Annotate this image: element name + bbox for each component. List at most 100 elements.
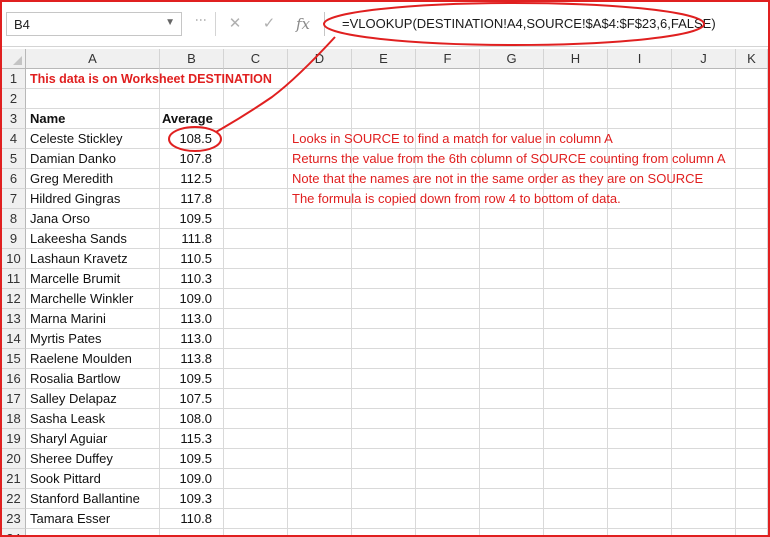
row-header-5[interactable]: 5 [2, 149, 26, 169]
name-cell[interactable]: Raelene Moulden [30, 349, 132, 369]
average-cell[interactable]: 107.8 [160, 149, 212, 169]
row-header-3[interactable]: 3 [2, 109, 26, 129]
average-cell[interactable]: 108.5 [160, 129, 212, 149]
gridline-row [26, 408, 768, 409]
average-cell[interactable]: 109.5 [160, 369, 212, 389]
row-header-20[interactable]: 20 [2, 449, 26, 469]
name-cell[interactable]: Marchelle Winkler [30, 289, 133, 309]
row-header-17[interactable]: 17 [2, 389, 26, 409]
row-header-4[interactable]: 4 [2, 129, 26, 149]
row-header-22[interactable]: 22 [2, 489, 26, 509]
column-header-d[interactable]: D [288, 49, 352, 69]
annotation-note[interactable]: The formula is copied down from row 4 to… [292, 189, 621, 209]
column-header-e[interactable]: E [352, 49, 416, 69]
row-header-9[interactable]: 9 [2, 229, 26, 249]
row-header-11[interactable]: 11 [2, 269, 26, 289]
average-cell[interactable]: 117.8 [160, 189, 212, 209]
spreadsheet-window: B4 ▼ ⋮ ✕ ✓ fx =VLOOKUP(DESTINATION!A4,SO… [0, 0, 770, 537]
average-cell[interactable]: 109.3 [160, 489, 212, 509]
check-icon[interactable]: ✓ [256, 12, 282, 36]
row-header-15[interactable]: 15 [2, 349, 26, 369]
average-cell[interactable]: 108.0 [160, 409, 212, 429]
annotation-note[interactable]: Returns the value from the 6th column of… [292, 149, 726, 169]
name-cell[interactable]: Myrtis Pates [30, 329, 102, 349]
column-header-b[interactable]: B [160, 49, 224, 69]
formula-input[interactable]: =VLOOKUP(DESTINATION!A4,SOURCE!$A$4:$F$2… [324, 12, 768, 36]
name-cell[interactable]: Hildred Gingras [30, 189, 120, 209]
name-cell[interactable]: Tamara Esser [30, 509, 110, 529]
column-header-j[interactable]: J [672, 49, 736, 69]
name-cell[interactable]: Sook Pittard [30, 469, 101, 489]
name-cell[interactable]: Lakeesha Sands [30, 229, 127, 249]
average-cell[interactable]: 109.0 [160, 289, 212, 309]
average-cell[interactable]: 110.8 [160, 509, 212, 529]
header-name-cell[interactable]: Name [30, 109, 65, 129]
row-header-21[interactable]: 21 [2, 469, 26, 489]
name-cell[interactable]: Jana Orso [30, 209, 90, 229]
column-header-k[interactable]: K [736, 49, 768, 69]
sheet-title-cell[interactable]: This data is on Worksheet DESTINATION [30, 69, 272, 89]
name-cell[interactable]: Stanford Ballantine [30, 489, 140, 509]
name-cell[interactable]: Marna Marini [30, 309, 106, 329]
average-cell[interactable]: 115.3 [160, 429, 212, 449]
gridline-col [223, 69, 224, 535]
drag-handle-icon[interactable]: ⋮ [194, 14, 208, 27]
column-header-i[interactable]: I [608, 49, 672, 69]
select-all-corner[interactable] [2, 49, 26, 69]
gridline-row [26, 248, 768, 249]
gridline-row [26, 348, 768, 349]
row-header-7[interactable]: 7 [2, 189, 26, 209]
row-header-10[interactable]: 10 [2, 249, 26, 269]
column-header-g[interactable]: G [480, 49, 544, 69]
formula-text: =VLOOKUP(DESTINATION!A4,SOURCE!$A$4:$F$2… [342, 16, 716, 31]
gridline-row [26, 228, 768, 229]
name-cell[interactable]: Sasha Leask [30, 409, 105, 429]
name-box[interactable]: B4 ▼ [6, 12, 182, 36]
average-cell[interactable]: 109.0 [160, 469, 212, 489]
average-cell[interactable]: 109.5 [160, 209, 212, 229]
row-header-24[interactable]: 24 [2, 529, 26, 535]
name-cell[interactable]: Marcelle Brumit [30, 269, 120, 289]
row-header-19[interactable]: 19 [2, 429, 26, 449]
row-header-14[interactable]: 14 [2, 329, 26, 349]
column-header-f[interactable]: F [416, 49, 480, 69]
header-average-cell[interactable]: Average [162, 109, 213, 129]
annotation-note[interactable]: Note that the names are not in the same … [292, 169, 703, 189]
cancel-x-icon[interactable]: ✕ [222, 12, 248, 36]
column-header-h[interactable]: H [544, 49, 608, 69]
name-cell[interactable]: Rosalia Bartlow [30, 369, 120, 389]
chevron-down-icon[interactable]: ▼ [165, 17, 175, 28]
name-cell[interactable]: Greg Meredith [30, 169, 113, 189]
row-header-18[interactable]: 18 [2, 409, 26, 429]
row-header-16[interactable]: 16 [2, 369, 26, 389]
row-header-8[interactable]: 8 [2, 209, 26, 229]
column-header-c[interactable]: C [224, 49, 288, 69]
name-cell[interactable]: Sheree Duffey [30, 449, 113, 469]
average-cell[interactable]: 111.8 [160, 229, 212, 249]
name-cell[interactable]: Salley Delapaz [30, 389, 117, 409]
gridline-row [26, 308, 768, 309]
average-cell[interactable]: 113.0 [160, 329, 212, 349]
name-cell[interactable]: Damian Danko [30, 149, 116, 169]
gridline-row [26, 268, 768, 269]
average-cell[interactable]: 109.5 [160, 449, 212, 469]
column-header-a[interactable]: A [26, 49, 160, 69]
row-header-1[interactable]: 1 [2, 69, 26, 89]
average-cell[interactable]: 113.8 [160, 349, 212, 369]
name-cell[interactable]: Celeste Stickley [30, 129, 122, 149]
average-cell[interactable]: 113.0 [160, 309, 212, 329]
average-cell[interactable]: 110.5 [160, 249, 212, 269]
annotation-note[interactable]: Looks in SOURCE to find a match for valu… [292, 129, 613, 149]
average-cell[interactable]: 112.5 [160, 169, 212, 189]
name-cell[interactable]: Lashaun Kravetz [30, 249, 128, 269]
average-cell[interactable]: 107.5 [160, 389, 212, 409]
row-header-13[interactable]: 13 [2, 309, 26, 329]
row-header-2[interactable]: 2 [2, 89, 26, 109]
name-cell[interactable]: Sharyl Aguiar [30, 429, 107, 449]
gridline-row [26, 468, 768, 469]
row-header-23[interactable]: 23 [2, 509, 26, 529]
row-header-12[interactable]: 12 [2, 289, 26, 309]
average-cell[interactable]: 110.3 [160, 269, 212, 289]
row-header-6[interactable]: 6 [2, 169, 26, 189]
fx-icon[interactable]: fx [290, 12, 316, 36]
